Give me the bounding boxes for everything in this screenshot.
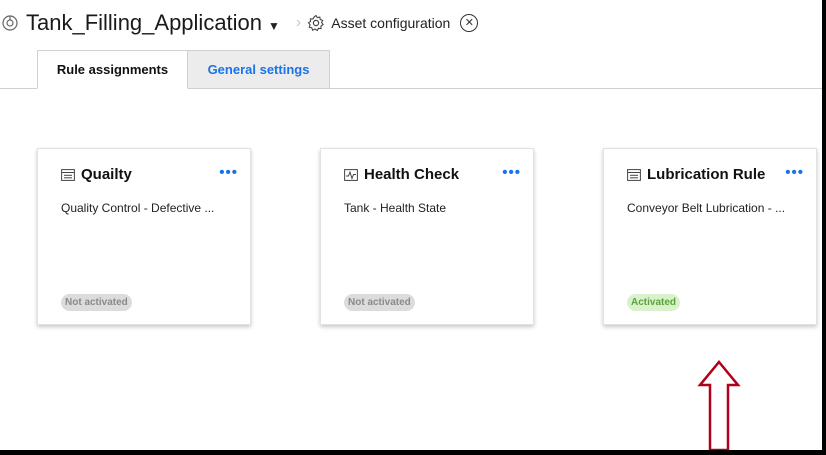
close-circle-icon[interactable]: ✕ — [460, 14, 479, 32]
more-options-icon[interactable]: ••• — [785, 164, 804, 181]
app-frame: Tank_Filling_Application ▼ › Asset confi… — [0, 0, 822, 450]
annotation-arrow-up-icon — [697, 360, 741, 450]
pulse-chart-icon — [344, 168, 358, 181]
status-badge: Not activated — [61, 294, 132, 311]
chevron-right-icon: › — [295, 14, 302, 31]
rule-list-icon — [627, 168, 641, 181]
card-header: Quailty ••• — [61, 164, 238, 183]
rule-card-lubrication[interactable]: Lubrication Rule ••• Conveyor Belt Lubri… — [603, 148, 817, 325]
more-options-icon[interactable]: ••• — [219, 164, 238, 181]
app-title[interactable]: Tank_Filling_Application — [26, 10, 262, 36]
more-options-icon[interactable]: ••• — [502, 164, 521, 181]
app-icon — [2, 15, 18, 31]
status-badge: Not activated — [344, 294, 415, 311]
rule-list-icon — [61, 168, 75, 181]
caret-down-icon[interactable]: ▼ — [268, 19, 280, 33]
card-description: Quality Control - Defective ... — [61, 201, 215, 215]
card-title: Health Check — [364, 166, 460, 183]
card-header: Lubrication Rule ••• — [627, 164, 804, 183]
card-title: Quailty — [81, 166, 132, 183]
breadcrumb-asset-configuration[interactable]: Asset configuration — [331, 15, 450, 31]
tab-bar: Rule assignments General settings — [37, 50, 330, 89]
rule-card-health-check[interactable]: Health Check ••• Tank - Health State Not… — [320, 148, 534, 325]
tab-rule-assignments[interactable]: Rule assignments — [37, 50, 188, 89]
rule-card-quality[interactable]: Quailty ••• Quality Control - Defective … — [37, 148, 251, 325]
tab-general-settings[interactable]: General settings — [188, 50, 330, 89]
card-description: Conveyor Belt Lubrication - ... — [627, 201, 786, 215]
gear-icon — [307, 14, 325, 32]
card-title: Lubrication Rule — [647, 166, 766, 183]
breadcrumb: Tank_Filling_Application ▼ › Asset confi… — [0, 8, 479, 38]
status-badge: Activated — [627, 294, 681, 311]
card-header: Health Check ••• — [344, 164, 521, 183]
card-description: Tank - Health State — [344, 201, 447, 215]
